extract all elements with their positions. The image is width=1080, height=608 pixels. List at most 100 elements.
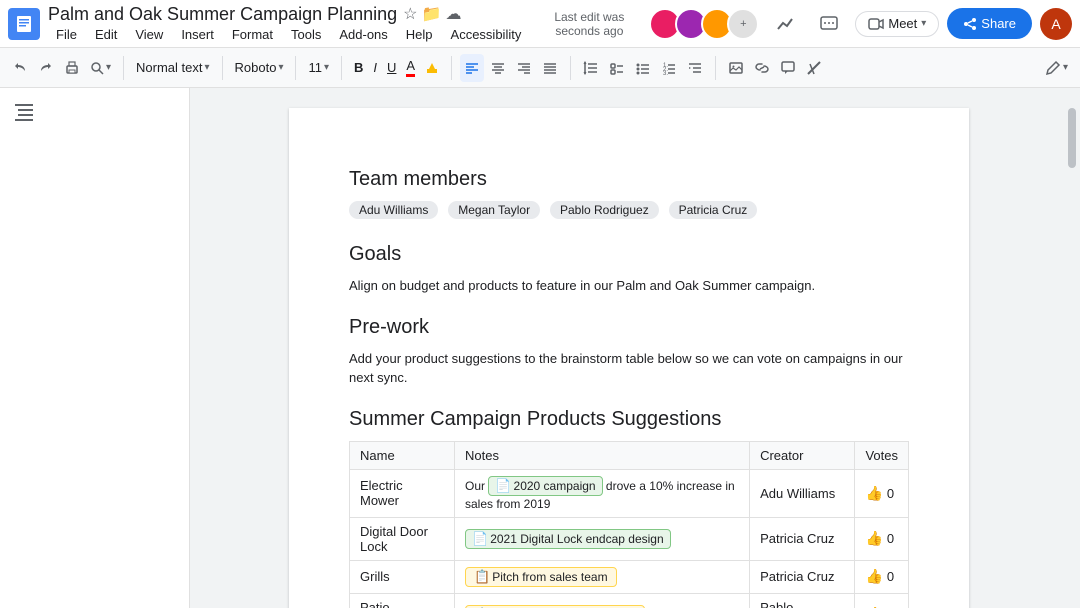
folder-icon[interactable]: 📁 — [422, 4, 442, 24]
menu-accessibility[interactable]: Accessibility — [443, 25, 530, 44]
left-panel — [0, 88, 190, 608]
doc-title-section: Palm and Oak Summer Campaign Planning ☆ … — [48, 4, 529, 44]
checklist-button[interactable] — [605, 54, 629, 82]
menu-file[interactable]: File — [48, 25, 85, 44]
top-right: + Meet ▾ Share A — [649, 6, 1072, 42]
team-tags: Adu Williams Megan Taylor Pablo Rodrigue… — [349, 201, 909, 223]
link-button[interactable] — [750, 54, 774, 82]
bold-button[interactable]: B — [350, 54, 367, 82]
doc-area[interactable]: Team members Adu Williams Megan Taylor P… — [190, 88, 1068, 608]
goals-title: Goals — [349, 243, 909, 266]
toolbar-lists: 1.2.3. — [579, 54, 707, 82]
cell-notes: 📄 2021 Digital Lock endcap design — [455, 517, 750, 560]
size-label: 11 — [308, 60, 322, 75]
avatar-group: + — [649, 8, 759, 40]
tag-pablo: Pablo Rodriguez — [550, 201, 659, 219]
cell-creator: Patricia Cruz — [750, 517, 855, 560]
share-button[interactable]: Share — [947, 8, 1032, 39]
prework-text: Add your product suggestions to the brai… — [349, 349, 909, 388]
avatar-overflow[interactable]: + — [727, 8, 759, 40]
user-avatar[interactable]: A — [1040, 8, 1072, 40]
col-name: Name — [350, 441, 455, 469]
sep-3 — [295, 56, 296, 80]
suggestions-table: Name Notes Creator Votes Electric Mower … — [349, 441, 909, 608]
text-color-button[interactable]: A — [402, 54, 419, 82]
style-select[interactable]: Normal text ▾ — [132, 54, 214, 82]
numbered-list-button[interactable]: 1.2.3. — [657, 54, 681, 82]
toolbar-history: ▾ — [8, 54, 115, 82]
cell-notes: Our 📄 2020 campaign drove a 10% increase… — [455, 469, 750, 517]
table-row: Grills 📋 Pitch from sales team Patricia … — [350, 560, 909, 593]
suggestions-title: Summer Campaign Products Suggestions — [349, 408, 909, 431]
sep-1 — [123, 56, 124, 80]
outline-icon[interactable] — [12, 100, 177, 129]
size-select[interactable]: 11 ▾ — [304, 54, 333, 82]
tag-patricia: Patricia Cruz — [669, 201, 758, 219]
right-panel — [1068, 88, 1080, 608]
align-left-button[interactable] — [460, 54, 484, 82]
menu-view[interactable]: View — [127, 25, 171, 44]
redo-button[interactable] — [34, 54, 58, 82]
analytics-button[interactable] — [767, 6, 803, 42]
doc-title-text[interactable]: Palm and Oak Summer Campaign Planning — [48, 4, 397, 25]
underline-button[interactable]: U — [383, 54, 400, 82]
tag-adu: Adu Williams — [349, 201, 438, 219]
print-button[interactable] — [60, 54, 84, 82]
comment-button[interactable] — [776, 54, 800, 82]
image-button[interactable] — [724, 54, 748, 82]
toolbar-format: B I U A — [350, 54, 443, 82]
zoom-chevron: ▾ — [106, 62, 111, 73]
align-right-button[interactable] — [512, 54, 536, 82]
comments-button[interactable] — [811, 6, 847, 42]
col-creator: Creator — [750, 441, 855, 469]
doc-title-icons: ☆ 📁 ☁ — [403, 4, 461, 24]
star-icon[interactable]: ☆ — [403, 4, 417, 24]
menu-addons[interactable]: Add-ons — [331, 25, 395, 44]
zoom-select[interactable]: ▾ — [86, 54, 115, 82]
menu-help[interactable]: Help — [398, 25, 441, 44]
meet-chevron: ▾ — [921, 18, 926, 29]
cell-notes: 📋 Pitch from sales team — [455, 560, 750, 593]
highlight-button[interactable] — [421, 54, 443, 82]
cell-notes: 📋 Summer Furniture features — [455, 593, 750, 608]
menu-format[interactable]: Format — [224, 25, 281, 44]
app-icon[interactable] — [8, 8, 40, 40]
cell-votes: 👍 0 — [855, 593, 909, 608]
sep-5 — [451, 56, 452, 80]
font-select[interactable]: Roboto ▾ — [231, 54, 288, 82]
toolbar-align — [460, 54, 562, 82]
indent-button[interactable] — [683, 54, 707, 82]
align-center-button[interactable] — [486, 54, 510, 82]
menu-bar: File Edit View Insert Format Tools Add-o… — [48, 25, 529, 44]
cell-name: Patio Furniture — [350, 593, 455, 608]
svg-text:3.: 3. — [663, 71, 668, 76]
cell-votes: 👍 0 — [855, 560, 909, 593]
line-spacing-button[interactable] — [579, 54, 603, 82]
main-layout: Team members Adu Williams Megan Taylor P… — [0, 88, 1080, 608]
tag-megan: Megan Taylor — [448, 201, 540, 219]
pen-chevron: ▾ — [1063, 62, 1068, 73]
style-label: Normal text — [136, 60, 202, 75]
bullet-list-button[interactable] — [631, 54, 655, 82]
top-bar: Palm and Oak Summer Campaign Planning ☆ … — [0, 0, 1080, 48]
size-chevron: ▾ — [324, 62, 329, 73]
italic-button[interactable]: I — [369, 54, 381, 82]
meet-button[interactable]: Meet ▾ — [855, 11, 939, 37]
table-row: Digital Door Lock 📄 2021 Digital Lock en… — [350, 517, 909, 560]
doc-page: Team members Adu Williams Megan Taylor P… — [289, 108, 969, 608]
align-justify-button[interactable] — [538, 54, 562, 82]
menu-tools[interactable]: Tools — [283, 25, 329, 44]
sep-4 — [341, 56, 342, 80]
last-edit: Last edit was seconds ago — [537, 10, 641, 38]
cell-creator: Patricia Cruz — [750, 560, 855, 593]
menu-insert[interactable]: Insert — [173, 25, 222, 44]
pen-mode-button[interactable]: ▾ — [1041, 54, 1072, 82]
menu-edit[interactable]: Edit — [87, 25, 125, 44]
toolbar: ▾ Normal text ▾ Roboto ▾ 11 ▾ B I U A — [0, 48, 1080, 88]
clear-format-button[interactable] — [802, 54, 826, 82]
cloud-icon[interactable]: ☁ — [445, 4, 461, 24]
style-chevron: ▾ — [205, 62, 210, 73]
font-chevron: ▾ — [278, 62, 283, 73]
undo-button[interactable] — [8, 54, 32, 82]
prework-title: Pre-work — [349, 316, 909, 339]
